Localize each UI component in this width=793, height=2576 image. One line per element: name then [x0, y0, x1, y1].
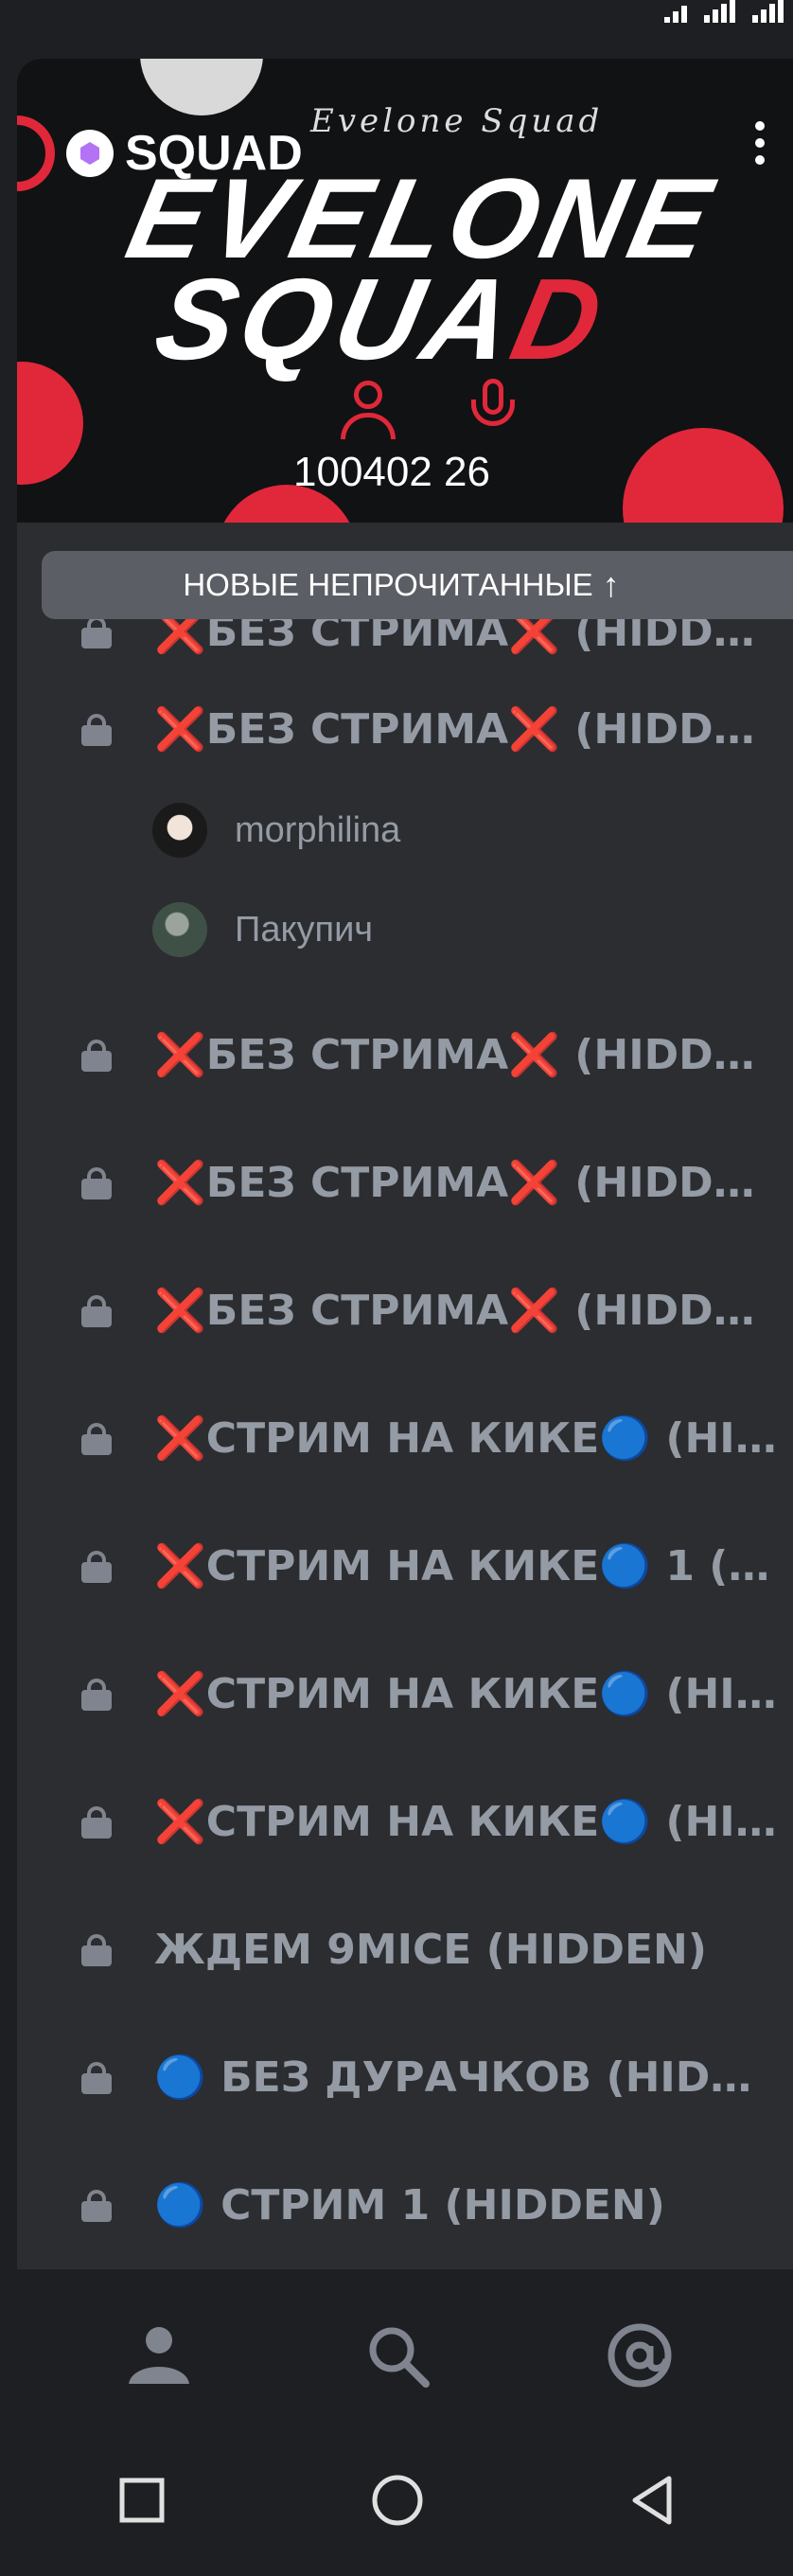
server-channel-panel: Evelone Squad EVELONE SQUAD SQUAD 100402… [17, 59, 793, 2269]
channel-name: ❌БЕЗ СТРИМА❌ (HIDDEN) [154, 705, 779, 754]
channel-name: 🔵 БЕЗ ДУРАЧКОВ (HIDDEN) [154, 2053, 779, 2102]
channel-name: ❌СТРИМ НА КИКЕ🔵 (HIDDEN) [154, 1670, 779, 1718]
member-name: Пакупич [235, 909, 374, 950]
bottom-nav [0, 2270, 793, 2431]
lock-icon [81, 1806, 112, 1839]
channel-name: ❌СТРИМ НА КИКЕ🔵 1 (HIDDEN) [154, 1542, 779, 1590]
status-bar [0, 0, 793, 57]
channel-item[interactable]: ❌БЕЗ СТРИМА❌ (HIDDEN) [17, 691, 793, 767]
server-banner: Evelone Squad EVELONE SQUAD SQUAD 100402… [17, 59, 793, 523]
avatar [152, 902, 207, 957]
logo-line-2-main: SQUA [145, 255, 529, 383]
member-name: morphilina [235, 809, 401, 850]
lock-icon [81, 1934, 112, 1966]
member-counts: 100402 26 [293, 449, 490, 495]
channel-name: 🔵 СТРИМ 1 (HIDDEN) [154, 2181, 665, 2230]
banner-decor [17, 115, 55, 191]
banner-decor [17, 362, 83, 485]
channel-name: ❌БЕЗ СТРИМА❌ (HIDDEN) [154, 1031, 779, 1079]
recents-icon[interactable] [109, 2467, 175, 2533]
channel-name: ❌СТРИМ НА КИКЕ🔵 (HIDDEN) [154, 1798, 779, 1846]
more-options-icon[interactable] [755, 121, 765, 165]
logo-line-2: SQUAD [145, 253, 619, 385]
channel-name: ЖДЕМ 9MICE (HIDDEN) [154, 1925, 707, 1974]
voice-member[interactable]: Пакупич [17, 887, 793, 972]
channel-item[interactable]: ❌СТРИМ НА КИКЕ🔵 (HIDDEN) [17, 1400, 793, 1476]
friends-icon[interactable] [121, 2318, 197, 2393]
channel-name: ❌БЕЗ СТРИМА❌ (HIDDEN) [154, 1159, 779, 1207]
channel-name: ❌БЕЗ СТРИМА❌ (HIDDEN) [154, 1287, 779, 1335]
mentions-icon[interactable] [602, 2318, 678, 2393]
members-icon [341, 381, 396, 439]
lock-icon [81, 2190, 112, 2222]
server-boost-icon [66, 130, 114, 177]
server-name-header[interactable]: SQUAD [66, 125, 303, 182]
lock-icon [81, 714, 112, 746]
home-icon[interactable] [364, 2467, 431, 2533]
new-unread-label: НОВЫЕ НЕПРОЧИТАННЫЕ [183, 567, 593, 602]
voice-member[interactable]: morphilina [17, 788, 793, 873]
channel-item[interactable]: ❌СТРИМ НА КИКЕ🔵 (HIDDEN) [17, 1656, 793, 1732]
avatar [152, 803, 207, 858]
channel-item[interactable]: ЖДЕМ 9MICE (HIDDEN) [17, 1911, 793, 1987]
search-icon[interactable] [360, 2318, 435, 2393]
server-name: SQUAD [125, 126, 303, 181]
voice-icon [469, 379, 517, 445]
channel-item[interactable]: ❌СТРИМ НА КИКЕ🔵 1 (HIDDEN) [17, 1528, 793, 1604]
new-unread-button[interactable]: НОВЫЕ НЕПРОЧИТАННЫЕ ↑ [42, 551, 793, 619]
lock-icon [81, 1423, 112, 1455]
lock-icon [81, 1167, 112, 1199]
banner-decor [623, 428, 784, 523]
channel-item[interactable]: ❌СТРИМ НА КИКЕ🔵 (HIDDEN) [17, 1784, 793, 1859]
lock-icon [81, 2062, 112, 2094]
lock-icon [81, 1039, 112, 1072]
back-icon[interactable] [620, 2467, 686, 2533]
channel-name: ❌СТРИМ НА КИКЕ🔵 (HIDDEN) [154, 1414, 779, 1463]
wifi-icon [664, 0, 687, 23]
lock-icon [81, 1679, 112, 1711]
lock-icon [81, 1551, 112, 1583]
channel-item[interactable]: 🔵 СТРИМ 1 (HIDDEN) [17, 2167, 793, 2243]
lock-icon [81, 1295, 112, 1327]
status-icons [664, 0, 784, 25]
channel-item[interactable]: ❌БЕЗ СТРИМА❌ (HIDDEN) [17, 1272, 793, 1348]
channel-item[interactable]: 🔵 БЕЗ ДУРАЧКОВ (HIDDEN) [17, 2039, 793, 2115]
signal-icon-2 [752, 0, 784, 23]
channel-item[interactable]: ❌БЕЗ СТРИМА❌ (HIDDEN) [17, 1017, 793, 1093]
system-navigation-bar [0, 2431, 793, 2576]
channel-item[interactable]: ❌БЕЗ СТРИМА❌ (HIDDEN) [17, 1145, 793, 1220]
arrow-up-icon: ↑ [602, 565, 620, 604]
lock-icon [81, 616, 112, 648]
banner-script-title: Evelone Squad [310, 102, 604, 140]
signal-icon [704, 0, 735, 23]
banner-decor [140, 59, 263, 115]
